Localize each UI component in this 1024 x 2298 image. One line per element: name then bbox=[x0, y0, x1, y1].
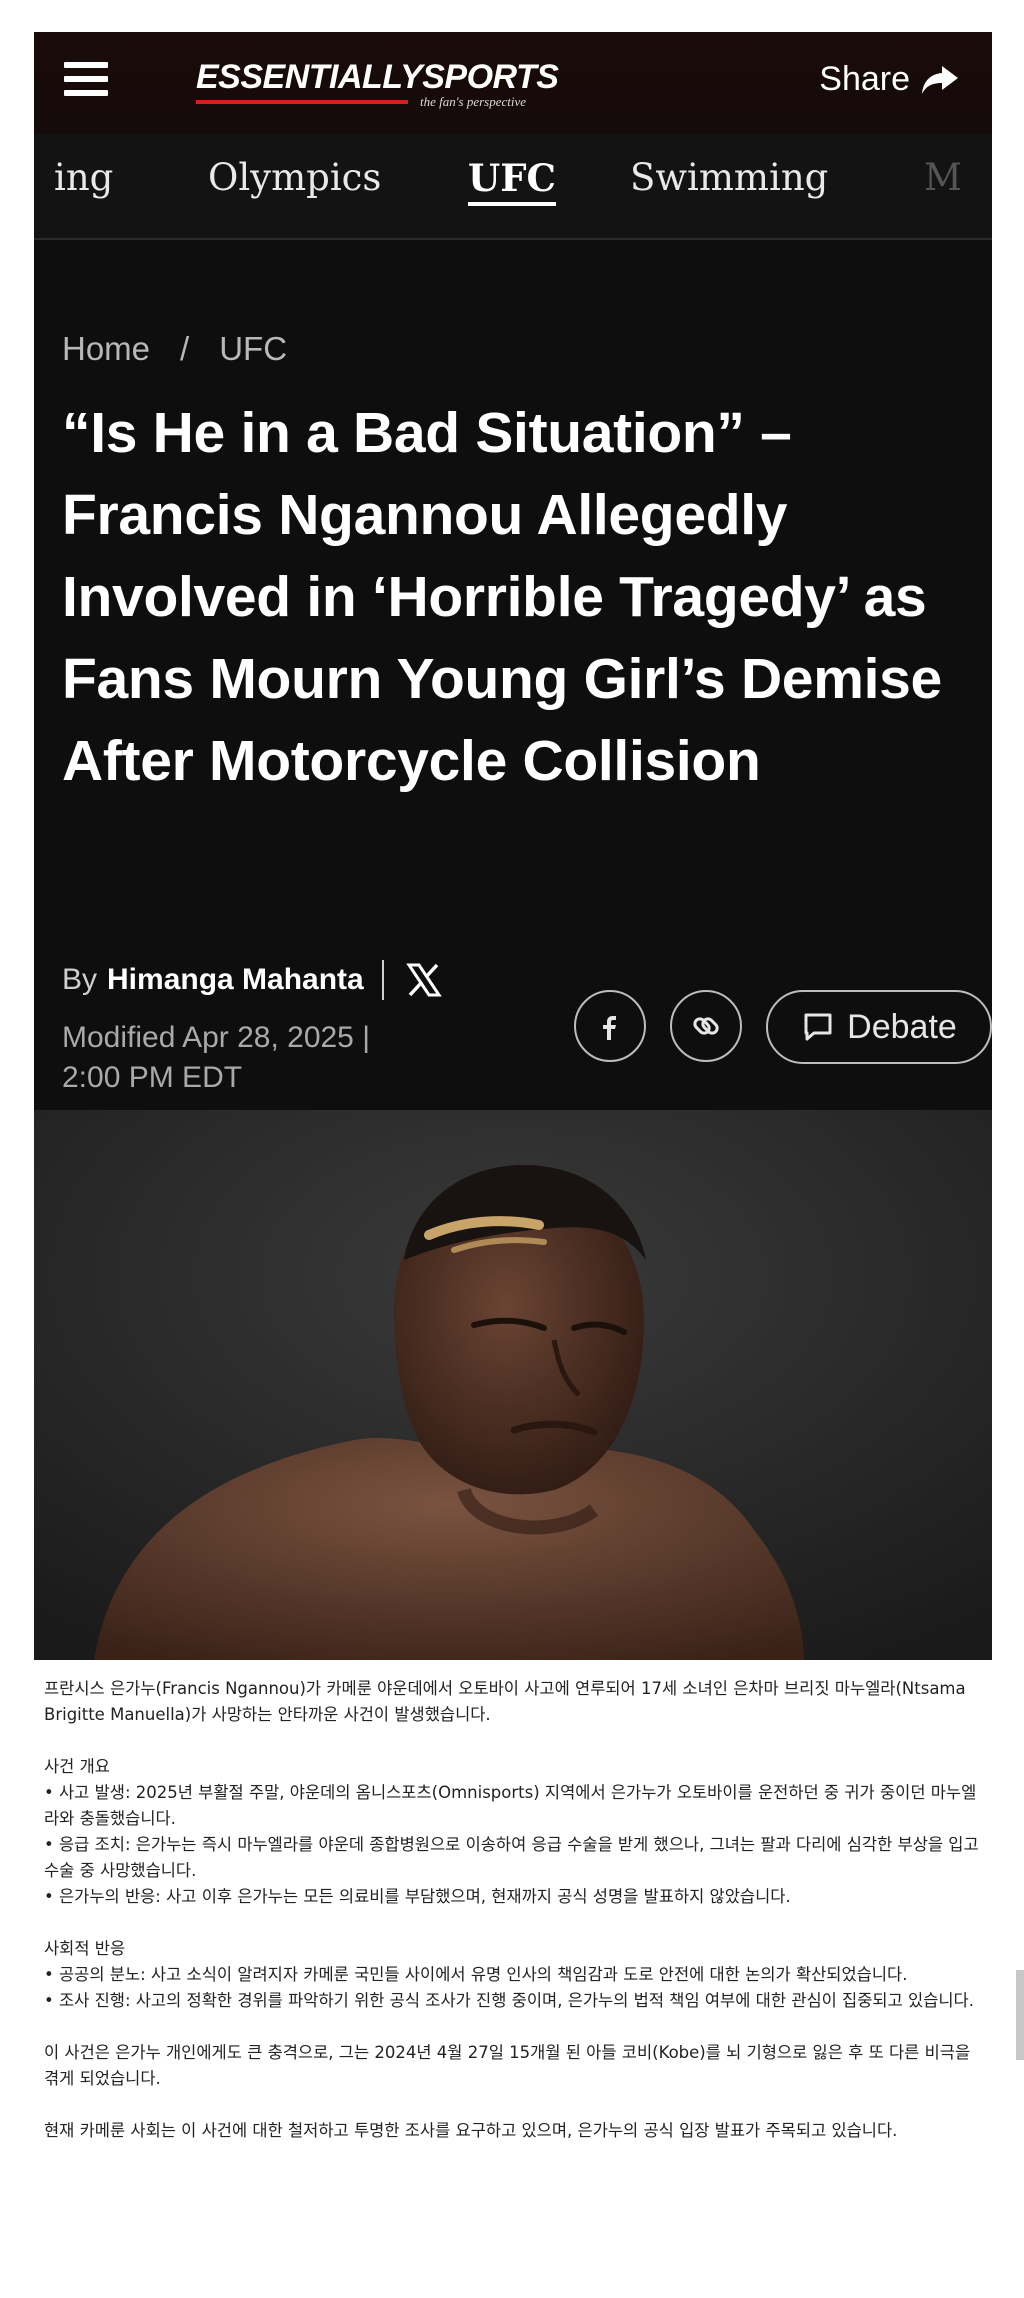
fighter-photo bbox=[34, 1110, 992, 1660]
site-logo[interactable]: ESSENTIALLYSPORTS the fan's perspective bbox=[196, 58, 559, 114]
breadcrumb: Home / UFC bbox=[62, 330, 287, 368]
top-bar: ESSENTIALLYSPORTS the fan's perspective … bbox=[34, 32, 992, 134]
article-headline: “Is He in a Bad Situation” – Francis Nga… bbox=[62, 401, 942, 793]
modified-date: Modified Apr 28, 2025 | 2:00 PM EDT bbox=[62, 1018, 422, 1098]
breadcrumb-home[interactable]: Home bbox=[62, 330, 150, 367]
modified-line-1: Modified Apr 28, 2025 | bbox=[62, 1021, 370, 1054]
facebook-icon bbox=[603, 1016, 616, 1040]
reaction-title: 사회적 반응 bbox=[44, 1939, 126, 1958]
logo-underline bbox=[196, 100, 408, 104]
scrollbar-thumb[interactable] bbox=[1016, 1970, 1024, 2060]
overview-item-1: • 사고 발생: 2025년 부활절 주말, 야운데의 옴니스포츠(Omnisp… bbox=[44, 1783, 977, 1828]
author-name[interactable]: Himanga Mahanta bbox=[107, 963, 364, 997]
share-label: Share bbox=[819, 60, 910, 98]
paragraph-investigation: 현재 카메룬 사회는 이 사건에 대한 철저하고 투명한 조사를 요구하고 있으… bbox=[44, 2121, 898, 2140]
article-hero-image bbox=[34, 1110, 992, 1660]
app-frame: ESSENTIALLYSPORTS the fan's perspective … bbox=[34, 32, 992, 1660]
x-twitter-icon[interactable] bbox=[405, 962, 442, 998]
korean-article-text: 프란시스 은가누(Francis Ngannou)가 카메룬 야운데에서 오토바… bbox=[44, 1676, 984, 2144]
overview-item-2: • 응급 조치: 은가누는 즉시 마누엘라를 야운데 종합병원으로 이송하여 응… bbox=[44, 1835, 979, 1880]
hamburger-menu-icon[interactable] bbox=[64, 62, 108, 98]
copy-link-button[interactable] bbox=[670, 990, 742, 1062]
reaction-item-2: • 조사 진행: 사고의 정확한 경위를 파악하기 위한 공식 조사가 진행 중… bbox=[44, 1991, 974, 2010]
comment-icon bbox=[804, 1013, 832, 1041]
nav-item-ufc[interactable]: UFC bbox=[468, 156, 556, 206]
debate-button[interactable]: Debate bbox=[766, 990, 992, 1064]
debate-label: Debate bbox=[847, 1007, 957, 1046]
intro-paragraph: 프란시스 은가누(Francis Ngannou)가 카메룬 야운데에서 오토바… bbox=[44, 1679, 966, 1724]
share-arrow-icon bbox=[922, 65, 958, 94]
nav-item-olympics[interactable]: Olympics bbox=[208, 156, 381, 199]
breadcrumb-separator: / bbox=[180, 330, 190, 367]
facebook-share-button[interactable] bbox=[574, 990, 646, 1062]
byline-divider bbox=[381, 960, 384, 1000]
modified-line-2: 2:00 PM EDT bbox=[62, 1061, 243, 1094]
share-button[interactable]: Share bbox=[819, 60, 960, 99]
logo-text: ESSENTIALLYSPORTS bbox=[196, 58, 559, 96]
nav-item-partial-left[interactable]: ing bbox=[54, 156, 113, 199]
nav-item-partial-right[interactable]: M bbox=[924, 156, 962, 199]
category-nav: ing Olympics UFC Swimming M bbox=[34, 134, 992, 240]
byline: By Himanga Mahanta bbox=[62, 960, 442, 1000]
nav-item-swimming[interactable]: Swimming bbox=[630, 156, 828, 199]
paragraph-kobe: 이 사건은 은가누 개인에게도 큰 충격으로, 그는 2024년 4월 27일 … bbox=[44, 2043, 971, 2088]
overview-item-3: • 은가누의 반응: 사고 이후 은가누는 모든 의료비를 부담했으며, 현재까… bbox=[44, 1887, 791, 1906]
reaction-item-1: • 공공의 분노: 사고 소식이 알려지자 카메룬 국민들 사이에서 유명 인사… bbox=[44, 1965, 908, 1984]
overview-title: 사건 개요 bbox=[44, 1757, 110, 1776]
byline-prefix: By bbox=[62, 963, 98, 996]
breadcrumb-ufc[interactable]: UFC bbox=[219, 330, 287, 367]
logo-tagline: the fan's perspective bbox=[420, 94, 527, 109]
link-icon bbox=[693, 1017, 719, 1035]
